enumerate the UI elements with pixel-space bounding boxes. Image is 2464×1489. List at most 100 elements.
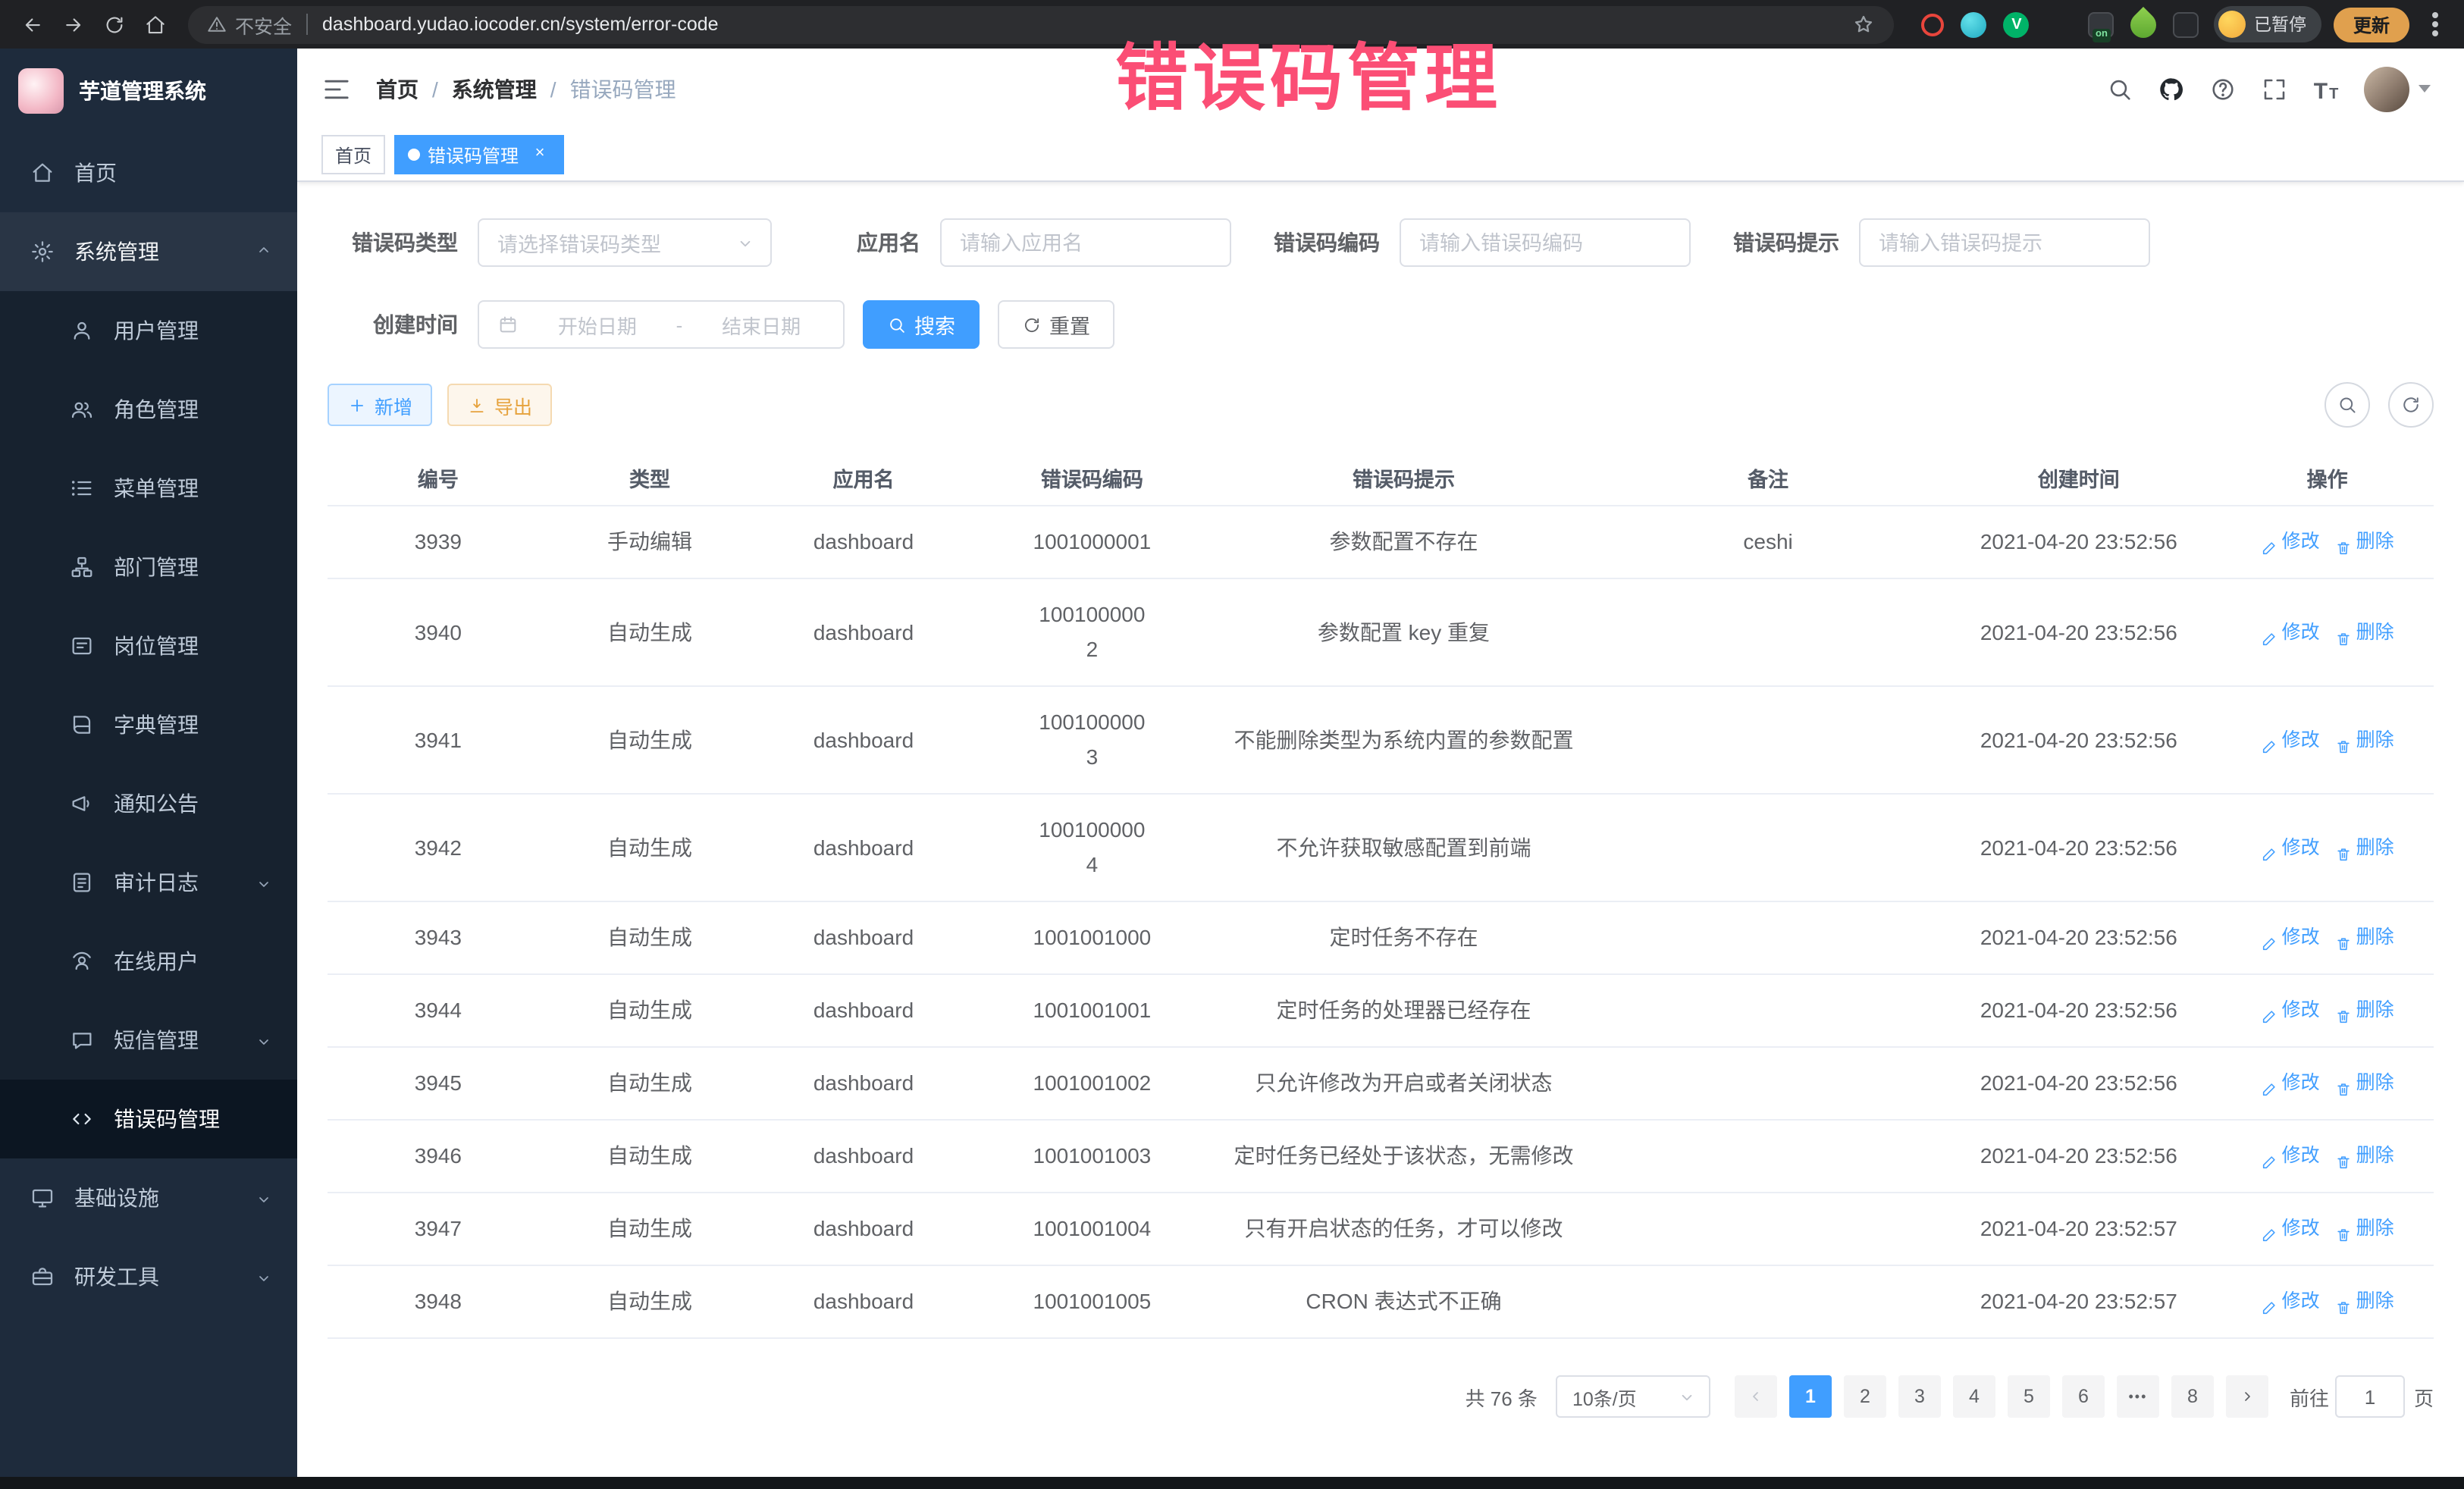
fullscreen-icon[interactable]: [2249, 63, 2300, 114]
sidebar-item-user[interactable]: 用户管理: [0, 291, 297, 370]
toggle-search-button[interactable]: [2324, 382, 2370, 428]
sidebar-item-infra[interactable]: 基础设施: [0, 1158, 297, 1237]
sidebar-item-role[interactable]: 角色管理: [0, 370, 297, 449]
pagination-prev[interactable]: [1735, 1375, 1777, 1418]
pagination-page-8[interactable]: 8: [2171, 1375, 2214, 1418]
extension-dark-icon[interactable]: [2174, 11, 2199, 37]
delete-link[interactable]: 删除: [2335, 1284, 2394, 1319]
pagination-next[interactable]: [2226, 1375, 2268, 1418]
date-separator: -: [676, 313, 683, 336]
error-code-input[interactable]: [1400, 218, 1691, 267]
extension-recorder-icon[interactable]: [1922, 13, 1945, 36]
delete-link[interactable]: 删除: [2335, 1139, 2394, 1174]
filter-row-2: 创建时间 开始日期 - 结束日期 搜索 重置: [328, 300, 2434, 349]
table-row: 3939手动编辑dashboard1001000001参数配置不存在ceshi2…: [328, 506, 2434, 579]
reset-button[interactable]: 重置: [998, 300, 1114, 349]
tag-label: 错误码管理: [428, 142, 519, 168]
extension-grid-icon[interactable]: [2046, 11, 2072, 37]
row-time: 2021-04-20 23:52:56: [1936, 615, 2221, 650]
tag-active[interactable]: 错误码管理 ×: [394, 135, 564, 174]
edit-link[interactable]: 修改: [2261, 1139, 2320, 1174]
edit-link[interactable]: 修改: [2261, 920, 2320, 955]
page-size-select[interactable]: 10条/页: [1556, 1375, 1710, 1418]
font-size-icon[interactable]: TT: [2300, 63, 2352, 114]
tag-item[interactable]: 首页: [321, 135, 385, 174]
avatar-caret-icon[interactable]: [2419, 85, 2431, 92]
goto-page-input[interactable]: [2335, 1375, 2405, 1418]
sidebar-item-dict[interactable]: 字典管理: [0, 685, 297, 764]
refresh-table-button[interactable]: [2388, 382, 2434, 428]
sidebar-item-notice[interactable]: 通知公告: [0, 764, 297, 843]
pagination-page-2[interactable]: 2: [1844, 1375, 1886, 1418]
row-time: 2021-04-20 23:52:56: [1936, 1066, 2221, 1101]
search-button[interactable]: 搜索: [863, 300, 980, 349]
extension-leaf-icon[interactable]: [2126, 6, 2162, 42]
extension-proxy-icon[interactable]: on: [2089, 11, 2114, 37]
delete-link[interactable]: 删除: [2335, 993, 2394, 1028]
app-logo[interactable]: 芋道管理系统: [0, 49, 297, 133]
edit-link[interactable]: 修改: [2261, 615, 2320, 650]
delete-link[interactable]: 删除: [2335, 525, 2394, 560]
url-text[interactable]: dashboard.yudao.iocoder.cn/system/error-…: [322, 14, 719, 35]
pagination-more[interactable]: •••: [2117, 1375, 2159, 1418]
edit-link[interactable]: 修改: [2261, 1066, 2320, 1101]
bookmark-star-icon[interactable]: [1852, 12, 1876, 36]
error-type-select[interactable]: 请选择错误码类型: [478, 218, 772, 267]
edit-link[interactable]: 修改: [2261, 993, 2320, 1028]
sidebar-item-error-code[interactable]: 错误码管理: [0, 1080, 297, 1158]
edit-link[interactable]: 修改: [2261, 723, 2320, 757]
export-button[interactable]: 导出: [447, 384, 552, 426]
hamburger-icon[interactable]: [321, 74, 352, 104]
delete-link[interactable]: 删除: [2335, 615, 2394, 650]
pagination-page-6[interactable]: 6: [2062, 1375, 2105, 1418]
github-icon[interactable]: [2146, 63, 2197, 114]
delete-link[interactable]: 删除: [2335, 1066, 2394, 1101]
paused-label: 已暂停: [2254, 12, 2306, 36]
tag-close-icon[interactable]: ×: [529, 144, 550, 165]
edit-icon: [2261, 1221, 2277, 1237]
sidebar-item-menu[interactable]: 菜单管理: [0, 449, 297, 528]
sidebar-item-system[interactable]: 系统管理: [0, 212, 297, 291]
delete-link[interactable]: 删除: [2335, 723, 2394, 757]
app-name-input[interactable]: [940, 218, 1231, 267]
add-button[interactable]: 新增: [328, 384, 432, 426]
browser-back-icon[interactable]: [12, 4, 53, 45]
pagination-page-3[interactable]: 3: [1898, 1375, 1941, 1418]
profile-paused-badge[interactable]: 已暂停: [2215, 6, 2321, 42]
breadcrumb-item[interactable]: 系统管理: [452, 74, 537, 104]
help-icon[interactable]: [2197, 63, 2249, 114]
delete-link[interactable]: 删除: [2335, 920, 2394, 955]
security-label[interactable]: 不安全: [235, 10, 292, 39]
pagination-page-1[interactable]: 1: [1789, 1375, 1832, 1418]
error-msg-input[interactable]: [1859, 218, 2150, 267]
sidebar-item-dev-tools[interactable]: 研发工具: [0, 1237, 297, 1316]
edit-link[interactable]: 修改: [2261, 1284, 2320, 1319]
edit-link[interactable]: 修改: [2261, 525, 2320, 560]
pagination-page-5[interactable]: 5: [2008, 1375, 2050, 1418]
column-header: 创建时间: [1936, 462, 2221, 492]
browser-update-button[interactable]: 更新: [2334, 7, 2409, 42]
delete-link[interactable]: 删除: [2335, 1212, 2394, 1246]
user-avatar[interactable]: [2364, 66, 2409, 111]
sidebar-item-dept[interactable]: 部门管理: [0, 528, 297, 607]
header-search-icon[interactable]: [2094, 63, 2146, 114]
sidebar-item-audit-log[interactable]: 审计日志: [0, 843, 297, 922]
breadcrumb-item[interactable]: 首页: [376, 74, 419, 104]
extension-v-icon[interactable]: [2004, 11, 2030, 37]
sidebar-item-home[interactable]: 首页: [0, 133, 297, 212]
address-bar[interactable]: 不安全 dashboard.yudao.iocoder.cn/system/er…: [188, 5, 1895, 43]
security-warning-icon[interactable]: [206, 14, 227, 35]
browser-home-icon[interactable]: [135, 4, 176, 45]
browser-forward-icon[interactable]: [53, 4, 94, 45]
pagination-page-4[interactable]: 4: [1953, 1375, 1995, 1418]
browser-menu-icon[interactable]: [2432, 21, 2438, 27]
sidebar-item-online-user[interactable]: 在线用户: [0, 922, 297, 1001]
browser-reload-icon[interactable]: [94, 4, 135, 45]
sidebar-item-post[interactable]: 岗位管理: [0, 607, 297, 685]
edit-link[interactable]: 修改: [2261, 830, 2320, 865]
delete-link[interactable]: 删除: [2335, 830, 2394, 865]
date-range-picker[interactable]: 开始日期 - 结束日期: [478, 300, 845, 349]
edit-link[interactable]: 修改: [2261, 1212, 2320, 1246]
sidebar-item-sms[interactable]: 短信管理: [0, 1001, 297, 1080]
extension-colorpicker-icon[interactable]: [1961, 11, 1987, 37]
